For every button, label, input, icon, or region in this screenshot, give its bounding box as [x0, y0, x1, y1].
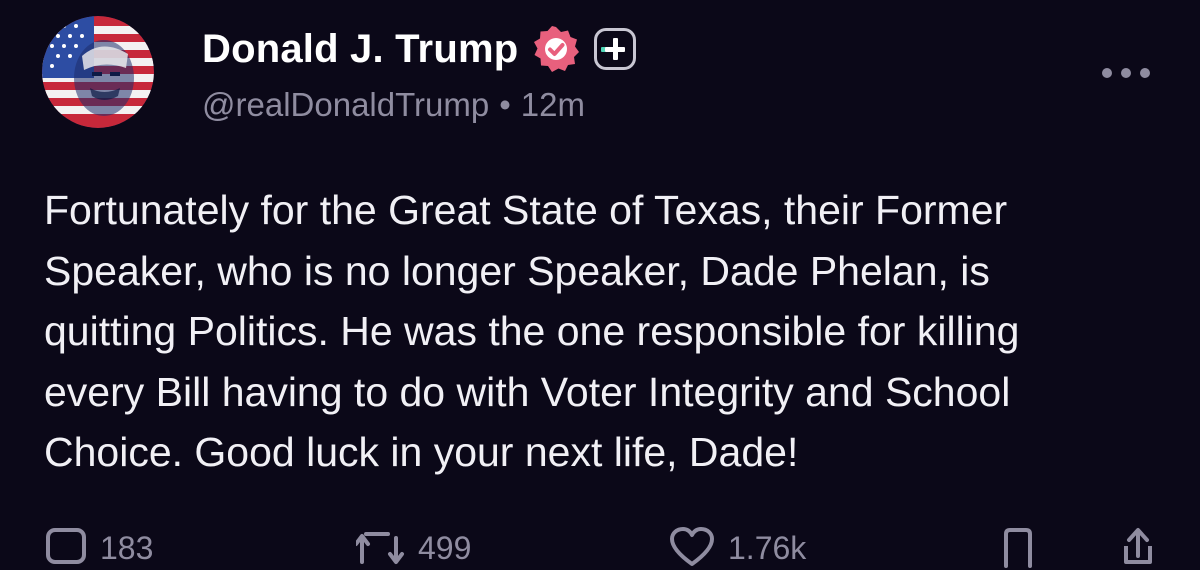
bookmark-button[interactable]	[1000, 526, 1036, 570]
post-timestamp[interactable]: 12m	[521, 86, 585, 124]
reply-button[interactable]: 183	[44, 526, 153, 570]
post-card: Donald J. Trump @realDonaldTrump • 12m F…	[0, 0, 1200, 568]
reply-count: 183	[100, 529, 154, 566]
author-name-row: Donald J. Trump	[202, 24, 637, 74]
repost-button[interactable]: 499	[356, 526, 471, 570]
verified-badge-icon[interactable]	[532, 25, 580, 73]
like-button[interactable]: 1.76k	[668, 526, 806, 570]
author-avatar[interactable]	[42, 16, 154, 128]
repost-count: 499	[418, 529, 472, 566]
share-icon	[1124, 528, 1152, 564]
repost-icon	[356, 532, 404, 564]
author-display-name[interactable]: Donald J. Trump	[202, 27, 518, 72]
like-count: 1.76k	[728, 529, 807, 566]
plus-badge-icon[interactable]	[594, 28, 637, 70]
post-action-bar: 183 499 1.76k	[0, 526, 1200, 568]
heart-icon	[670, 527, 714, 566]
author-handle[interactable]: @realDonaldTrump	[202, 86, 489, 124]
post-header: Donald J. Trump @realDonaldTrump • 12m	[202, 24, 637, 124]
author-meta-row: @realDonaldTrump • 12m	[202, 86, 636, 124]
bookmark-icon	[1004, 528, 1032, 568]
more-horizontal-icon[interactable]	[1102, 66, 1150, 80]
reply-icon	[46, 528, 86, 564]
share-button[interactable]	[1118, 526, 1158, 570]
post-body-text: Fortunately for the Great State of Texas…	[44, 187, 1020, 475]
avatar-flag-portrait-icon	[42, 16, 154, 128]
meta-separator: •	[499, 86, 511, 123]
